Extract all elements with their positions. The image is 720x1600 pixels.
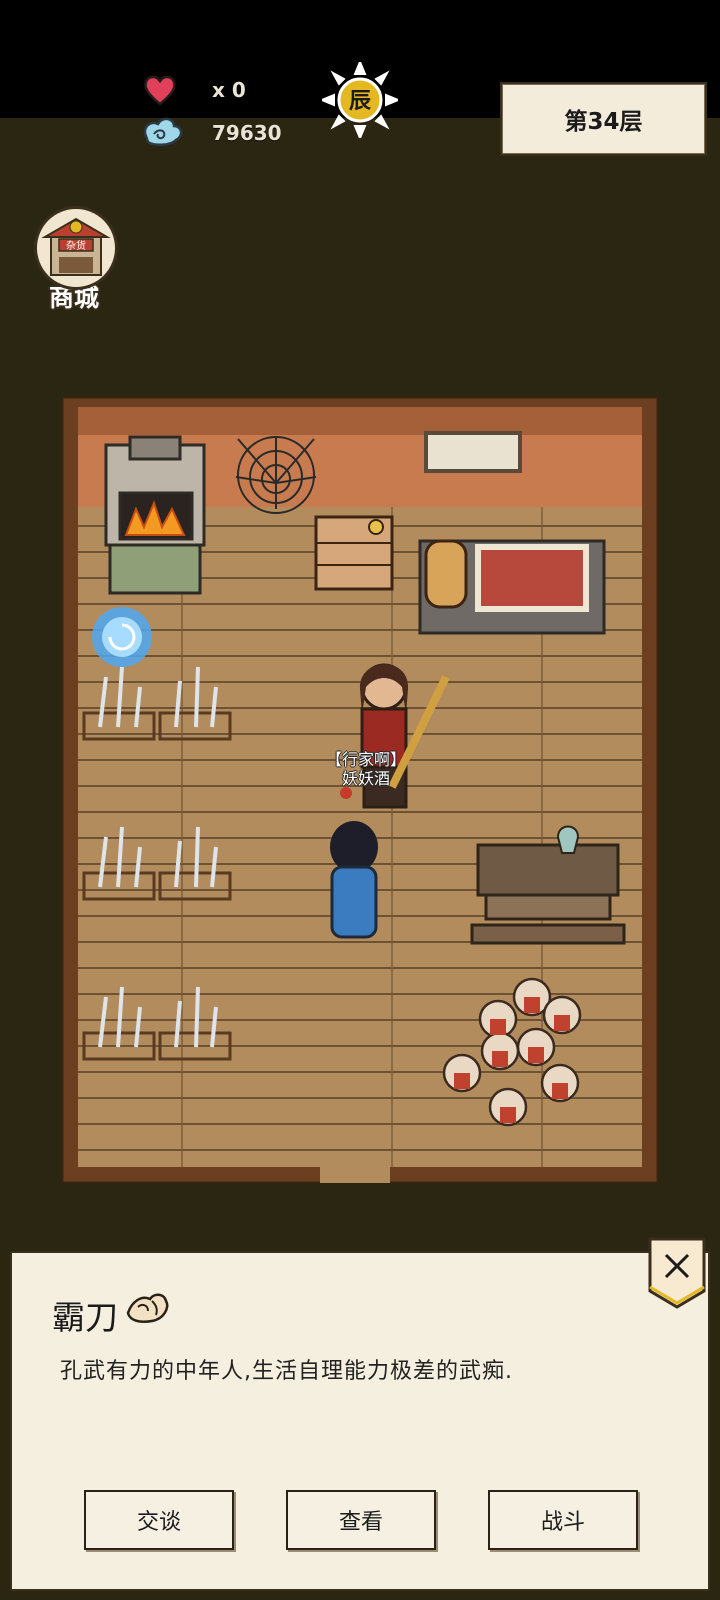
npc-nameplate[interactable]: 【行家啊】 妖妖酒 [326, 750, 406, 788]
hand-gesture-icon [126, 1293, 169, 1323]
window [424, 431, 522, 473]
fight-button[interactable]: 战斗 [488, 1490, 638, 1550]
npc-name: 霸刀 [52, 1298, 118, 1337]
shop-icon: 杂货 [34, 206, 118, 290]
time-glyph: 辰 [349, 89, 371, 114]
bed [418, 539, 606, 635]
room-scene [62, 397, 658, 1183]
spirit-counter: 79630 [140, 114, 282, 152]
nightstand [314, 515, 394, 591]
blue-portal [92, 607, 152, 667]
floor-indicator: 第34层 [500, 82, 707, 156]
npc-title: 【行家啊】 [326, 750, 407, 769]
close-button[interactable] [648, 1237, 706, 1309]
npc-description: 孔武有力的中年人,生活自理能力极差的武痴. [60, 1359, 513, 1384]
tea-table [470, 825, 626, 945]
sun-icon: 辰 [319, 59, 401, 141]
npc-name-tag: 妖妖酒 [342, 769, 391, 788]
close-icon [648, 1237, 706, 1309]
forge-stove [104, 435, 206, 595]
lives-value: x 0 [212, 78, 246, 102]
heart-icon [144, 75, 176, 106]
cloud-qi-icon [143, 117, 183, 146]
inspect-button[interactable]: 查看 [286, 1490, 436, 1550]
talk-button[interactable]: 交谈 [84, 1490, 234, 1550]
spirit-value: 79630 [212, 121, 282, 145]
shop-button[interactable]: 杂货 商城 [34, 206, 118, 314]
svg-text:杂货: 杂货 [66, 239, 86, 252]
time-of-day-badge: 辰 [319, 59, 401, 141]
lives-counter: x 0 [142, 72, 246, 108]
